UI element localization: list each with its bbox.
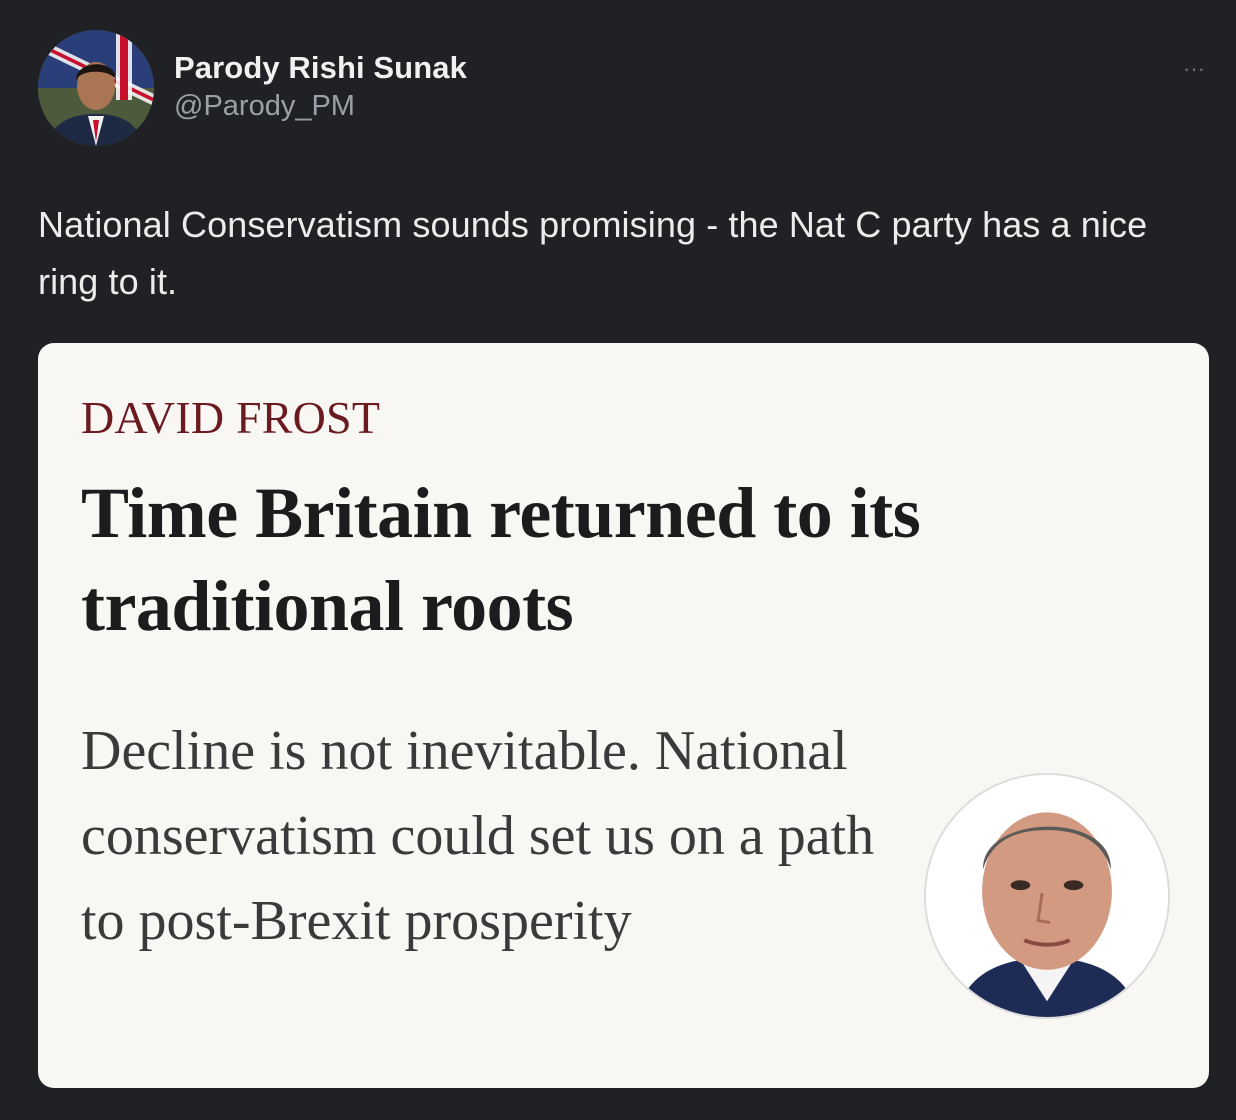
article-image-card[interactable]: DAVID FROST Time Britain returned to its… [38, 343, 1209, 1088]
user-avatar[interactable] [38, 30, 154, 146]
tweet: Parody Rishi Sunak @Parody_PM ··· Nation… [0, 0, 1236, 1120]
article-author: DAVID FROST [81, 392, 381, 443]
article-standfirst: Decline is not inevitable. National cons… [81, 720, 875, 952]
article-headline: Time Britain returned to its traditional… [81, 473, 921, 646]
avatar-portrait-image [38, 30, 154, 146]
tweet-text: National Conservatism sounds promising -… [38, 204, 1148, 302]
ellipsis-icon: ··· [1183, 56, 1205, 81]
author-portrait-image [926, 775, 1168, 1017]
more-options-button[interactable]: ··· [1176, 54, 1212, 84]
author-headshot [924, 773, 1170, 1019]
user-handle[interactable]: @Parody_PM [174, 90, 355, 123]
display-name[interactable]: Parody Rishi Sunak [174, 50, 467, 86]
